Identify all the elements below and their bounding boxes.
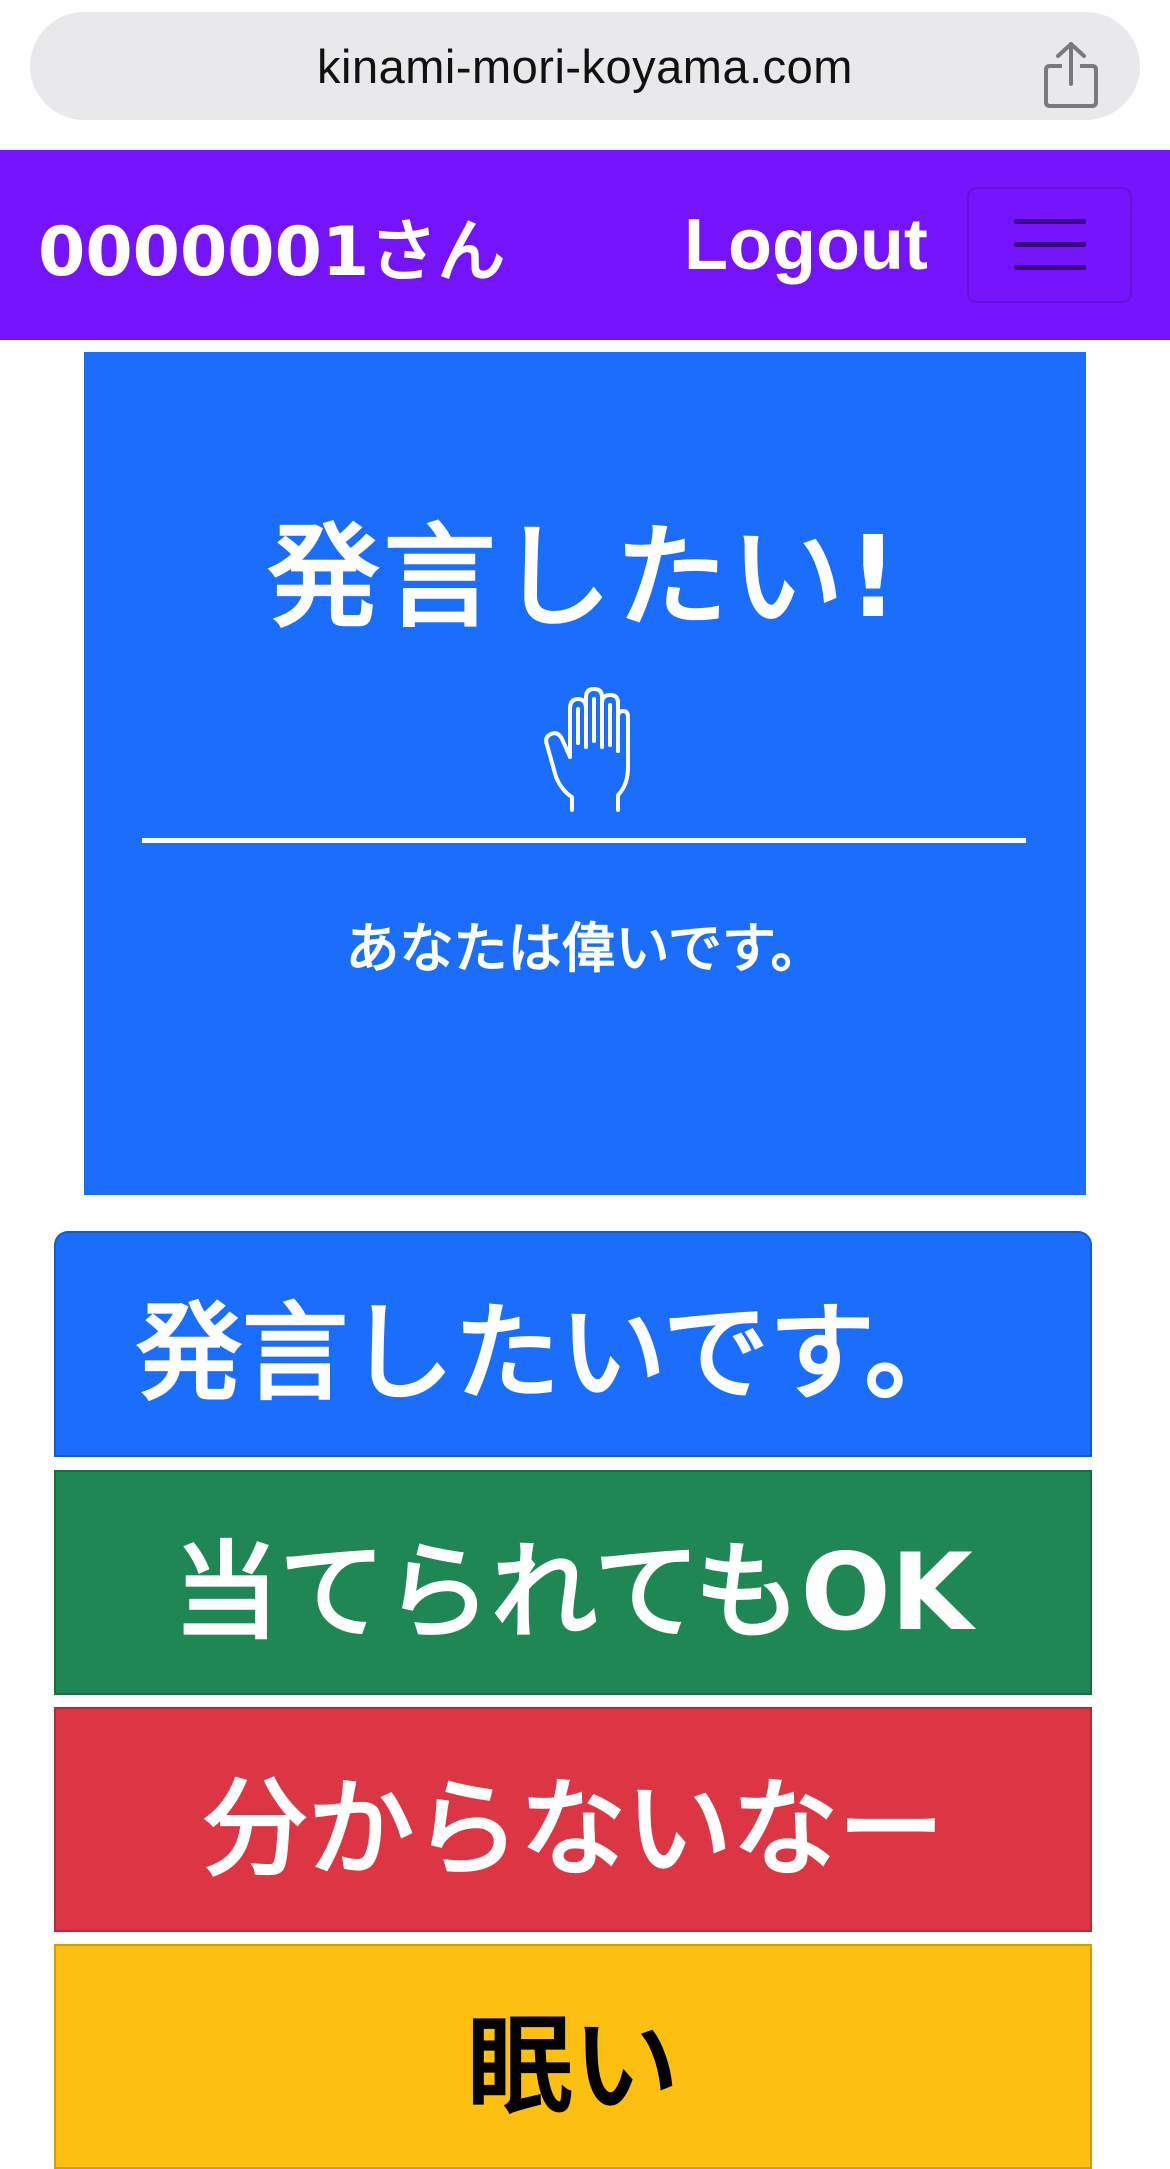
card-message: あなたは偉いです。 (345, 917, 825, 980)
raised-hand-icon (544, 687, 630, 812)
card-title: 発言したい! (267, 513, 903, 643)
hamburger-menu-icon (1013, 219, 1086, 270)
share-icon[interactable] (1042, 40, 1100, 110)
menu-toggle-button[interactable] (967, 187, 1132, 303)
app-header: 0000001さん Logout (0, 150, 1170, 340)
url-text[interactable]: kinami-mori-koyama.com (30, 12, 1140, 120)
ok-to-be-called-button[interactable]: 当てられてもOK (54, 1470, 1092, 1695)
logout-link[interactable]: Logout (684, 150, 928, 340)
status-card: 発言したい! あなたは偉いです。 (84, 352, 1086, 1195)
user-name: 0000001さん (38, 212, 506, 292)
dont-understand-button[interactable]: 分からないなー (54, 1707, 1092, 1932)
sleepy-button[interactable]: 眠い (54, 1944, 1092, 2169)
browser-toolbar: kinami-mori-koyama.com (0, 0, 1170, 150)
want-to-speak-button[interactable]: 発言したいです。 (54, 1231, 1092, 1457)
card-divider (142, 838, 1026, 843)
address-bar[interactable]: kinami-mori-koyama.com (30, 12, 1140, 120)
